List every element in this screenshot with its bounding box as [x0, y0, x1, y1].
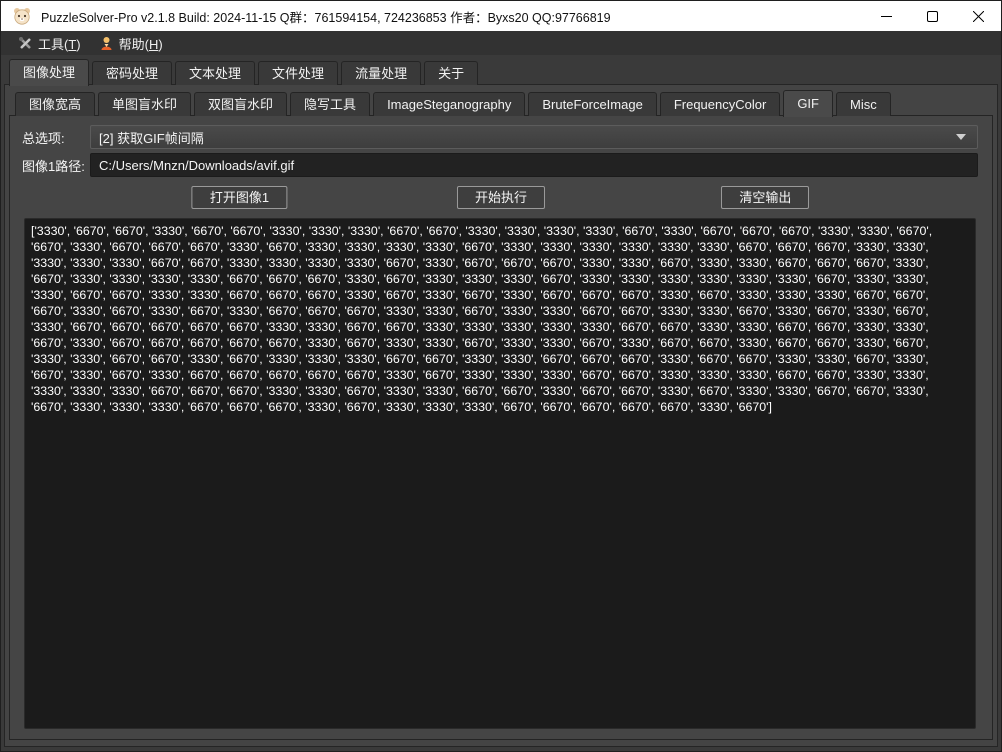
- option-label: 总选项:: [22, 128, 90, 147]
- output-console[interactable]: ['3330', '6670', '6670', '3330', '6670',…: [24, 218, 976, 729]
- option-selected-value: [2] 获取GIF帧间隔: [99, 128, 956, 147]
- output-line: '6670', '3330', '6670', '6670', '6670', …: [31, 239, 969, 255]
- tab-bruteforce-image[interactable]: BruteForceImage: [528, 92, 656, 116]
- app-icon: [13, 7, 31, 25]
- image1-path-row: 图像1路径:: [22, 153, 980, 177]
- chevron-down-icon: [956, 134, 966, 140]
- tab-frequency-color[interactable]: FrequencyColor: [660, 92, 781, 116]
- output-line: '3330', '3330', '3330', '6670', '6670', …: [31, 255, 969, 271]
- window-title: PuzzleSolver-Pro v2.1.8 Build: 2024-11-1…: [41, 7, 611, 26]
- option-select[interactable]: [2] 获取GIF帧间隔: [90, 125, 978, 149]
- tab-image-processing[interactable]: 图像处理: [9, 59, 89, 86]
- tab-about[interactable]: 关于: [424, 61, 478, 85]
- image1-path-label: 图像1路径:: [22, 156, 90, 175]
- output-line: '6670', '3330', '6670', '6670', '6670', …: [31, 335, 969, 351]
- minimize-button[interactable]: [863, 1, 909, 31]
- tab-single-watermark[interactable]: 单图盲水印: [98, 92, 191, 116]
- start-execute-button[interactable]: 开始执行: [457, 186, 545, 209]
- output-line: '6670', '3330', '3330', '3330', '6670', …: [31, 399, 969, 415]
- output-line: '6670', '3330', '3330', '3330', '3330', …: [31, 271, 969, 287]
- help-icon: [99, 36, 114, 51]
- tab-image-steganography[interactable]: ImageSteganography: [373, 92, 525, 116]
- tab-crypto-processing[interactable]: 密码处理: [92, 61, 172, 85]
- output-line: ['3330', '6670', '6670', '3330', '6670',…: [31, 223, 969, 239]
- menu-tools-label: 工具(T): [38, 34, 81, 53]
- image-processing-pane: 图像宽高 单图盲水印 双图盲水印 隐写工具 ImageSteganography…: [4, 84, 998, 747]
- action-buttons-row: 打开图像1 开始执行 清空输出: [22, 186, 980, 209]
- output-line: '3330', '3330', '3330', '6670', '6670', …: [31, 383, 969, 399]
- output-line: '3330', '3330', '6670', '6670', '3330', …: [31, 351, 969, 367]
- gif-pane: 总选项: [2] 获取GIF帧间隔 图像1路径: 打开图像1 开始执行 清空输出…: [9, 115, 993, 740]
- menu-help-label: 帮助(H): [119, 34, 163, 53]
- output-line: '6670', '3330', '6670', '3330', '6670', …: [31, 367, 969, 383]
- tab-gif[interactable]: GIF: [783, 90, 833, 117]
- tab-traffic-processing[interactable]: 流量处理: [341, 61, 421, 85]
- tab-text-processing[interactable]: 文本处理: [175, 61, 255, 85]
- output-line: '3330', '6670', '6670', '3330', '3330', …: [31, 287, 969, 303]
- main-tabbar: 图像处理 密码处理 文本处理 文件处理 流量处理 关于: [9, 58, 1001, 85]
- menu-help[interactable]: 帮助(H): [90, 31, 172, 55]
- tab-file-processing[interactable]: 文件处理: [258, 61, 338, 85]
- tools-icon: [18, 36, 33, 51]
- tab-image-size[interactable]: 图像宽高: [15, 92, 95, 116]
- app-window: { "titlebar": { "title": "PuzzleSolver-P…: [0, 0, 1002, 752]
- menubar: 工具(T) 帮助(H): [1, 31, 1001, 55]
- option-row: 总选项: [2] 获取GIF帧间隔: [22, 125, 980, 149]
- tab-stego-tools[interactable]: 隐写工具: [290, 92, 370, 116]
- tab-misc[interactable]: Misc: [836, 92, 891, 116]
- tab-double-watermark[interactable]: 双图盲水印: [194, 92, 287, 116]
- sub-tabbar: 图像宽高 单图盲水印 双图盲水印 隐写工具 ImageSteganography…: [15, 89, 997, 116]
- image1-path-input[interactable]: [90, 153, 978, 177]
- output-line: '3330', '6670', '6670', '6670', '6670', …: [31, 319, 969, 335]
- menu-tools[interactable]: 工具(T): [9, 31, 90, 55]
- maximize-button[interactable]: [909, 1, 955, 31]
- clear-output-button[interactable]: 清空输出: [721, 186, 809, 209]
- close-button[interactable]: [955, 1, 1001, 31]
- open-image1-button[interactable]: 打开图像1: [192, 186, 287, 209]
- output-line: '6670', '3330', '6670', '3330', '6670', …: [31, 303, 969, 319]
- main-content: 图像处理 密码处理 文本处理 文件处理 流量处理 关于 图像宽高 单图盲水印 双…: [1, 55, 1001, 751]
- titlebar: PuzzleSolver-Pro v2.1.8 Build: 2024-11-1…: [1, 1, 1001, 31]
- window-controls: [863, 1, 1001, 31]
